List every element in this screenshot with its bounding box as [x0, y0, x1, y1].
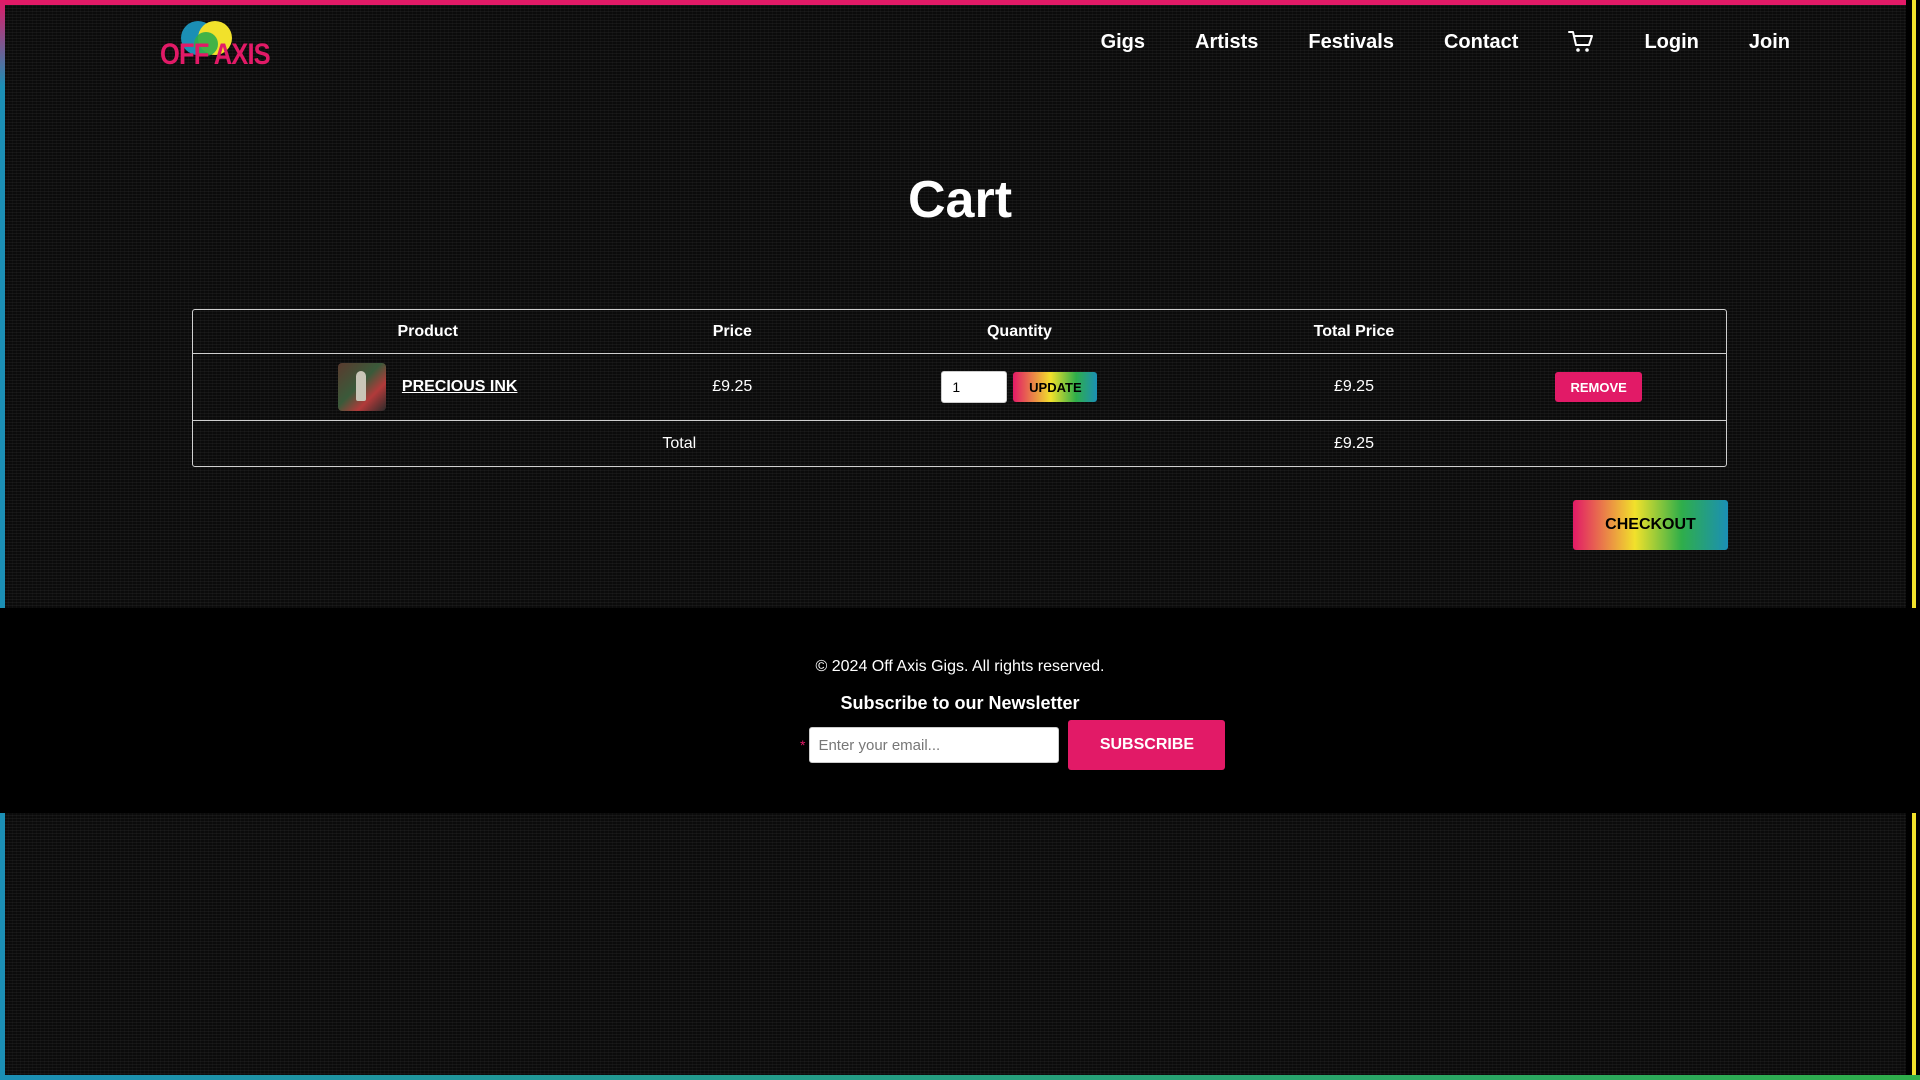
total-label: Total: [662, 434, 697, 452]
nav-login[interactable]: Login: [1644, 31, 1698, 54]
cart-total-row: Total £9.25: [193, 421, 1726, 466]
nav-contact[interactable]: Contact: [1444, 31, 1518, 54]
actions-cell: REMOVE: [1471, 354, 1726, 421]
nav-festivals[interactable]: Festivals: [1308, 31, 1394, 54]
newsletter-title: Subscribe to our Newsletter: [840, 693, 1080, 713]
total-value: £9.25: [1333, 434, 1374, 452]
product-total-price: £9.25: [1236, 354, 1472, 421]
subscribe-button[interactable]: SUBSCRIBE: [1068, 720, 1226, 770]
frame-border-bottom: [0, 1075, 1920, 1080]
footer: © 2024 Off Axis Gigs. All rights reserve…: [0, 608, 1920, 813]
quantity-input[interactable]: [941, 371, 1008, 403]
email-field[interactable]: [809, 727, 1060, 763]
nav-artists[interactable]: Artists: [1195, 31, 1258, 54]
main-nav: Gigs Artists Festivals Contact Login Joi…: [1051, 30, 1790, 54]
header-actions: [1471, 310, 1726, 354]
quantity-cell: UPDATE: [802, 354, 1237, 421]
remove-button[interactable]: REMOVE: [1555, 372, 1643, 402]
nav-join[interactable]: Join: [1749, 31, 1790, 54]
product-cell: PRECIOUS INK: [193, 354, 663, 421]
header-product: Product: [193, 310, 663, 354]
logo-text: OFF AXIS: [160, 38, 271, 71]
cart-icon[interactable]: [1568, 30, 1594, 54]
required-marker: *: [800, 737, 806, 753]
product-link[interactable]: PRECIOUS INK: [402, 378, 518, 396]
frame-border-top: [0, 0, 1920, 5]
frame-border-left: [0, 0, 5, 1080]
cart-table-header: Product Price Quantity Total Price: [193, 310, 1726, 354]
page: OFF AXIS Gigs Artists Festivals Contact …: [0, 0, 1920, 1080]
header-price: Price: [662, 310, 803, 354]
frame-border-right: [1906, 0, 1920, 1080]
cart-table: Product Price Quantity Total Price PRECI…: [192, 309, 1727, 467]
header-total-price: Total Price: [1236, 310, 1472, 354]
header-quantity: Quantity: [802, 310, 1237, 354]
product-price: £9.25: [662, 354, 803, 421]
checkout-button[interactable]: CHECKOUT: [1573, 500, 1728, 550]
update-button[interactable]: UPDATE: [1013, 372, 1098, 402]
product-thumbnail[interactable]: [337, 363, 386, 411]
copyright-text: © 2024 Off Axis Gigs. All rights reserve…: [815, 658, 1105, 675]
newsletter-form: * SUBSCRIBE: [800, 720, 1226, 770]
cart-row: PRECIOUS INK £9.25 UPDATE £9.25 REMOVE: [193, 354, 1726, 421]
nav-gigs[interactable]: Gigs: [1101, 31, 1145, 54]
site-logo[interactable]: OFF AXIS: [160, 18, 271, 74]
page-title: Cart: [907, 171, 1013, 229]
